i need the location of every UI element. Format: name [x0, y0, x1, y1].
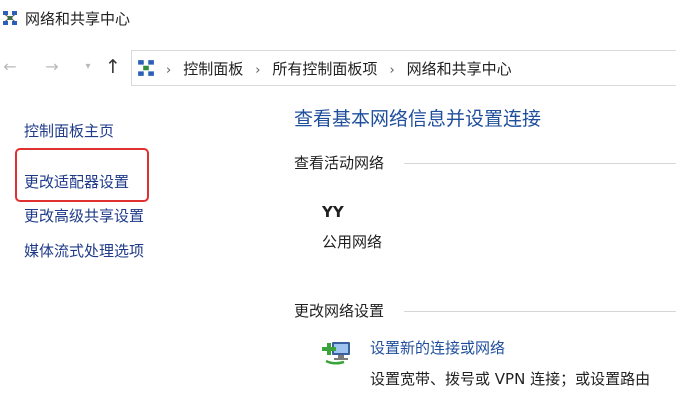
sidebar-item-control-panel-home[interactable]: 控制面板主页 — [24, 120, 114, 141]
breadcrumb-control-panel[interactable]: 控制面板 — [183, 60, 243, 78]
divider — [404, 163, 676, 164]
change-settings-label: 更改网络设置 — [294, 302, 385, 320]
sidebar-item-change-adapter-settings[interactable]: 更改适配器设置 — [24, 171, 129, 192]
network-name: YY — [322, 203, 344, 221]
setup-new-connection-link[interactable]: 设置新的连接或网络 — [370, 337, 505, 358]
sidebar-item-advanced-sharing[interactable]: 更改高级共享设置 — [24, 205, 144, 226]
recent-locations-chevron-icon[interactable]: ▾ — [78, 57, 98, 77]
chevron-right-icon[interactable]: › — [255, 63, 260, 78]
window-title: 网络和共享中心 — [25, 10, 131, 28]
divider — [404, 311, 676, 312]
breadcrumb: › 控制面板 › 所有控制面板项 › 网络和共享中心 — [166, 58, 512, 79]
network-center-icon — [2, 10, 18, 26]
back-arrow-icon[interactable]: ← — [0, 57, 20, 77]
breadcrumb-all-items[interactable]: 所有控制面板项 — [272, 60, 377, 78]
new-connection-icon — [320, 333, 356, 369]
active-networks-label: 查看活动网络 — [294, 154, 385, 172]
page-title: 查看基本网络信息并设置连接 — [294, 108, 542, 130]
address-bar[interactable]: › 控制面板 › 所有控制面板项 › 网络和共享中心 — [131, 50, 676, 86]
title-bar: 网络和共享中心 — [0, 0, 676, 38]
navigation-bar: ← → ▾ ↑ › 控制面板 › 所有控制面板项 › 网络和共享中心 — [0, 50, 676, 86]
network-type: 公用网络 — [322, 233, 383, 251]
sidebar-item-media-streaming[interactable]: 媒体流式处理选项 — [24, 240, 144, 261]
network-location-icon — [137, 59, 155, 77]
up-arrow-icon[interactable]: ↑ — [103, 57, 123, 77]
chevron-right-icon[interactable]: › — [389, 63, 394, 78]
setup-new-connection-description: 设置宽带、拨号或 VPN 连接；或设置路由 — [370, 370, 651, 388]
breadcrumb-network-center[interactable]: 网络和共享中心 — [407, 60, 512, 78]
chevron-right-icon[interactable]: › — [166, 63, 171, 78]
forward-arrow-icon[interactable]: → — [42, 57, 62, 77]
